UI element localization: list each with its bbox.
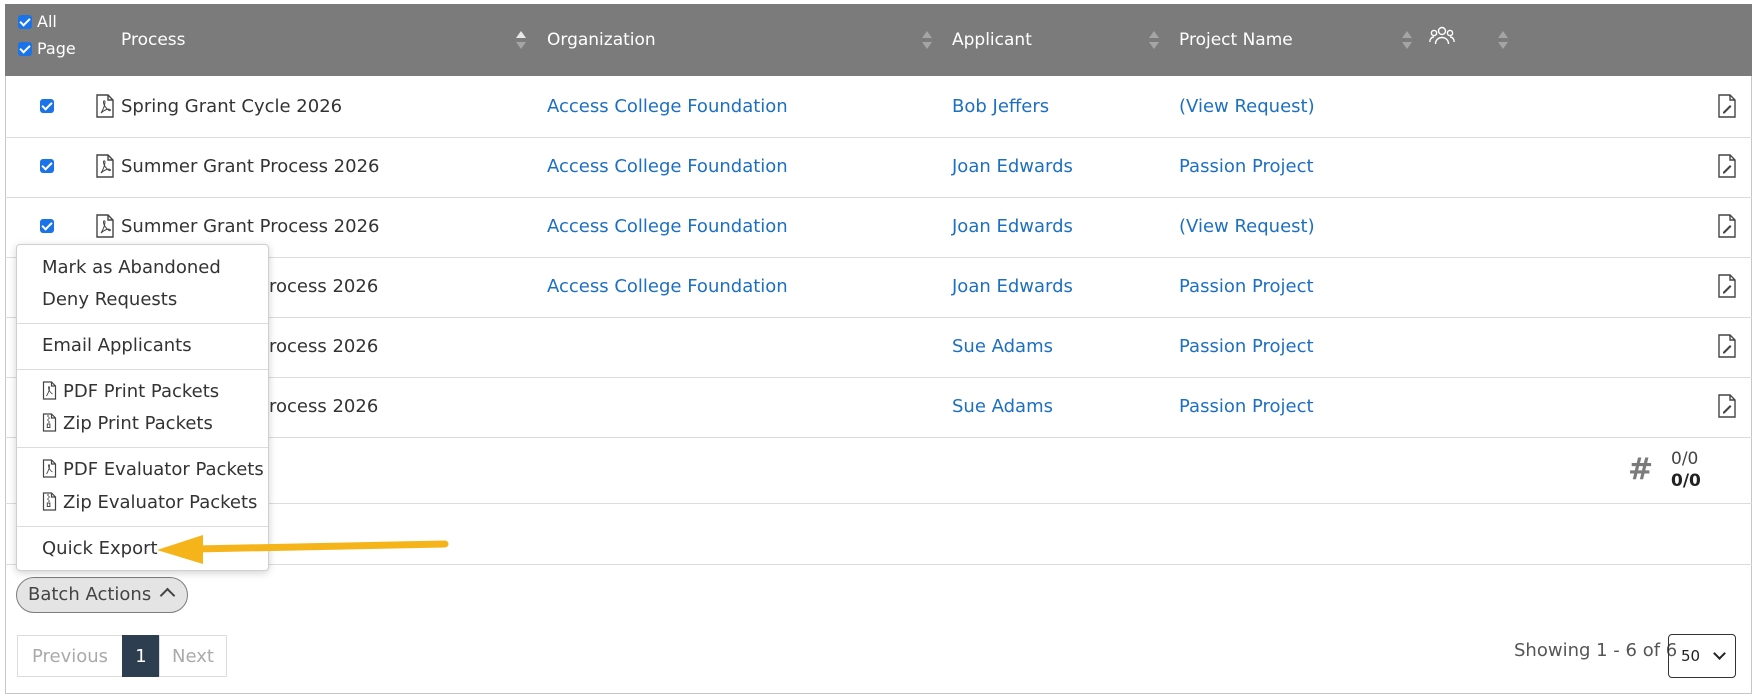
- select-all-label: All: [37, 12, 57, 31]
- organization-link[interactable]: Access College Foundation: [547, 257, 788, 317]
- table-row: Summer Grant Process 2026 Access College…: [5, 137, 1752, 198]
- menu-item-email-applicants[interactable]: Email Applicants: [42, 335, 192, 356]
- process-cell: Spring Grant Cycle 2026: [121, 96, 343, 117]
- count-bottom: 0/0: [1671, 471, 1701, 491]
- process-cell: rocess 2026: [269, 276, 379, 297]
- sort-applicant-icon[interactable]: [1149, 31, 1159, 51]
- row-checkbox[interactable]: [40, 159, 54, 173]
- annotation-arrow-icon: [157, 535, 449, 564]
- applicant-link[interactable]: Sue Adams: [952, 317, 1053, 377]
- project-link[interactable]: Passion Project: [1179, 377, 1314, 437]
- organization-link[interactable]: Access College Foundation: [547, 77, 788, 137]
- pdf-print-label: PDF Print Packets: [63, 381, 220, 402]
- menu-item-mark-abandoned[interactable]: Mark as Abandoned: [42, 257, 221, 278]
- row-checkbox[interactable]: [40, 99, 54, 113]
- sort-group-icon[interactable]: [1498, 31, 1508, 51]
- applicant-link[interactable]: Sue Adams: [952, 377, 1053, 437]
- menu-item-zip-print-packets[interactable]: Zip Print Packets: [42, 413, 213, 434]
- applicant-link[interactable]: Joan Edwards: [952, 257, 1073, 317]
- pdf-file-icon[interactable]: [95, 94, 115, 119]
- select-page-checkbox[interactable]: Page: [18, 39, 76, 58]
- chevron-down-icon: [1713, 647, 1726, 660]
- pdf-file-icon[interactable]: [95, 154, 115, 179]
- zip-file-icon: [42, 413, 57, 432]
- project-link[interactable]: (View Request): [1179, 197, 1315, 257]
- previous-page-button[interactable]: Previous: [17, 635, 123, 677]
- column-header-project[interactable]: Project Name: [1179, 4, 1293, 76]
- page-1-button[interactable]: 1: [122, 635, 160, 677]
- next-page-button[interactable]: Next: [159, 635, 227, 677]
- process-cell: rocess 2026: [269, 336, 379, 357]
- select-all-checkbox[interactable]: All: [18, 12, 57, 31]
- menu-divider: [17, 447, 268, 448]
- pdf-file-icon: [42, 381, 57, 400]
- page-size-value: 50: [1681, 647, 1701, 665]
- table-header: All Page Process Organization Applicant …: [5, 4, 1752, 76]
- project-link[interactable]: Passion Project: [1179, 257, 1314, 317]
- batch-actions-menu: Mark as Abandoned Deny Requests Email Ap…: [16, 244, 269, 571]
- edit-document-icon[interactable]: [1717, 214, 1737, 239]
- organization-link[interactable]: Access College Foundation: [547, 197, 788, 257]
- zip-print-label: Zip Print Packets: [63, 413, 213, 434]
- select-page-label: Page: [37, 39, 76, 58]
- edit-document-icon[interactable]: [1717, 394, 1737, 419]
- menu-item-pdf-evaluator-packets[interactable]: PDF Evaluator Packets: [42, 459, 264, 480]
- column-header-organization[interactable]: Organization: [547, 4, 656, 76]
- row-checkbox[interactable]: [40, 219, 54, 233]
- batch-actions-button[interactable]: Batch Actions: [16, 577, 188, 613]
- project-link[interactable]: Passion Project: [1179, 317, 1314, 377]
- menu-item-pdf-print-packets[interactable]: PDF Print Packets: [42, 381, 219, 402]
- menu-divider: [17, 369, 268, 370]
- edit-document-icon[interactable]: [1717, 274, 1737, 299]
- group-users-icon[interactable]: [1429, 25, 1455, 47]
- menu-divider: [17, 526, 268, 527]
- edit-document-icon[interactable]: [1717, 94, 1737, 119]
- process-cell: rocess 2026: [269, 396, 379, 417]
- menu-item-zip-evaluator-packets[interactable]: Zip Evaluator Packets: [42, 492, 257, 513]
- sort-process-icon[interactable]: [516, 31, 526, 51]
- table-row: Spring Grant Cycle 2026 Access College F…: [5, 77, 1752, 138]
- pdf-evaluator-label: PDF Evaluator Packets: [63, 459, 264, 480]
- column-header-process[interactable]: Process: [121, 4, 186, 76]
- zip-file-icon: [42, 492, 57, 511]
- applicant-link[interactable]: Joan Edwards: [952, 137, 1073, 197]
- zip-evaluator-label: Zip Evaluator Packets: [63, 492, 258, 513]
- count-top: 0/0: [1671, 449, 1699, 469]
- sort-project-icon[interactable]: [1402, 31, 1412, 51]
- checkbox-checked-icon: [18, 15, 32, 29]
- page-size-select[interactable]: 50: [1668, 634, 1736, 678]
- edit-document-icon[interactable]: [1717, 334, 1737, 359]
- applicant-link[interactable]: Joan Edwards: [952, 197, 1073, 257]
- project-link[interactable]: Passion Project: [1179, 137, 1314, 197]
- showing-count: Showing 1 - 6 of 6: [1514, 640, 1678, 661]
- sort-organization-icon[interactable]: [922, 31, 932, 51]
- applicant-link[interactable]: Bob Jeffers: [952, 77, 1049, 137]
- project-link[interactable]: (View Request): [1179, 77, 1315, 137]
- pdf-file-icon[interactable]: [95, 214, 115, 239]
- menu-divider: [17, 323, 268, 324]
- checkbox-checked-icon: [18, 42, 32, 56]
- process-cell: Summer Grant Process 2026: [121, 156, 380, 177]
- hash-icon: #: [1628, 452, 1654, 487]
- menu-item-quick-export[interactable]: Quick Export: [42, 538, 158, 559]
- chevron-up-icon: [159, 587, 176, 604]
- menu-item-deny-requests[interactable]: Deny Requests: [42, 289, 177, 310]
- batch-actions-label: Batch Actions: [28, 584, 152, 605]
- organization-link[interactable]: Access College Foundation: [547, 137, 788, 197]
- pdf-file-icon: [42, 459, 57, 478]
- column-header-applicant[interactable]: Applicant: [952, 4, 1032, 76]
- edit-document-icon[interactable]: [1717, 154, 1737, 179]
